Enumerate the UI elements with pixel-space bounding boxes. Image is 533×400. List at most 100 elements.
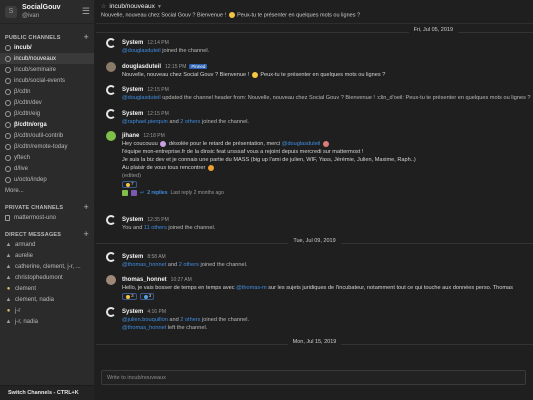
globe-icon [5, 44, 11, 51]
add-direct-message-icon[interactable]: + [84, 230, 89, 239]
private-channel-item[interactable]: mattermost-uno [0, 212, 94, 223]
public-channel-label: incub/seminaire [14, 66, 57, 73]
public-channel-item[interactable]: β/cdtn/outil-contrib [0, 130, 94, 141]
post-body: You and 11 others joined the channel. [122, 224, 528, 232]
others-link[interactable]: 2 others [179, 262, 199, 268]
post-username: System [122, 216, 144, 223]
others-link[interactable]: 2 others [180, 119, 200, 125]
globe-icon [5, 132, 11, 139]
reaction-button[interactable]: 7 [122, 181, 137, 188]
avatar[interactable] [106, 275, 116, 285]
post-header: System 4:16 PM [122, 307, 528, 316]
emoji-icon [160, 140, 167, 147]
dm-item[interactable]: ● j-r [0, 305, 94, 316]
post-username[interactable]: thomas_honnet [122, 277, 167, 283]
pinned-badge: Pinned [189, 64, 208, 69]
reaction-button[interactable]: 3 [122, 293, 137, 300]
channel-description-part-1: Nouvelle, nouveau chez Social Gouv ? Bie… [101, 12, 227, 19]
public-channel-item[interactable]: d/live [0, 163, 94, 174]
dm-item[interactable]: ▲ catherine, clement, j-r, ... [0, 261, 94, 272]
dm-item[interactable]: ▲ armand [0, 239, 94, 250]
favorite-star-icon[interactable]: ☆ [101, 3, 106, 10]
public-channel-item[interactable]: β/cdtn [0, 86, 94, 97]
post-username: System [122, 308, 144, 315]
add-public-channel-icon[interactable]: + [84, 33, 89, 42]
status-online-icon: ● [6, 307, 11, 314]
channel-name: incub/nouveaux [109, 3, 155, 10]
main-menu-icon[interactable]: ☰ [82, 6, 90, 17]
others-link[interactable]: 2 others [180, 317, 200, 323]
public-channel-item[interactable]: incub/seminaire [0, 64, 94, 75]
user-mention[interactable]: @thomas_honnet [122, 262, 166, 268]
thread-footer[interactable]: ↩ 2 replies Last reply 2 months ago [122, 190, 528, 196]
system-avatar-icon [106, 215, 116, 225]
user-mention[interactable]: @thomas_honnet [122, 325, 166, 331]
dm-label: clement, nadia [15, 296, 55, 303]
user-mention[interactable]: @thomas-m [236, 285, 267, 291]
clap-icon [143, 294, 148, 299]
dm-item[interactable]: ▲ aurelie [0, 250, 94, 261]
thread-replies[interactable]: 2 replies [147, 190, 167, 196]
public-channel-label: incub/social-events [14, 77, 66, 84]
post-time[interactable]: 12:15 PM [165, 64, 186, 70]
switch-channels-button[interactable]: Switch Channels - CTRL+K [0, 385, 94, 400]
post-text: joined the channel. [160, 48, 210, 54]
system-post: System 12:35 PM You and 11 others joined… [96, 215, 533, 238]
globe-icon [5, 77, 11, 84]
user-post: jihane 12:18 PM Hey coucouuu désolée pou… [96, 131, 533, 215]
user-mention[interactable]: @douglasduteil [122, 48, 161, 54]
lock-icon [5, 214, 10, 221]
public-channel-item[interactable]: incub/ [0, 42, 94, 53]
post-time[interactable]: 12:18 PM [143, 133, 164, 139]
public-channel-label: yftech [14, 154, 31, 161]
user-mention[interactable]: @douglasduteil [282, 141, 321, 147]
user-mention[interactable]: @julien.bouquillon [122, 317, 168, 323]
avatar[interactable] [106, 62, 116, 72]
sidebar: S SocialGouv @ivan ☰ PUBLIC CHANNELS + i… [0, 0, 95, 400]
public-channel-item[interactable]: β/cdtn/dev [0, 97, 94, 108]
public-channel-item[interactable]: yftech [0, 152, 94, 163]
private-channel-list: mattermost-uno [0, 212, 94, 223]
post-time[interactable]: 12:14 PM [147, 40, 168, 46]
reaction-button[interactable]: 3 [139, 293, 155, 300]
post-time[interactable]: 12:15 PM [147, 111, 168, 117]
public-channel-item[interactable]: u/octo/indep [0, 174, 94, 185]
avatar[interactable] [106, 131, 116, 141]
dm-item[interactable]: ● clement [0, 283, 94, 294]
message-input[interactable]: Write to incub/nouveaux [101, 370, 526, 385]
status-away-icon: ▲ [5, 263, 12, 270]
add-private-channel-icon[interactable]: + [84, 203, 89, 212]
public-channel-item[interactable]: incub/nouveaux [0, 53, 94, 64]
post-text-end: joined the channel. [166, 225, 216, 231]
post-username[interactable]: jihane [122, 133, 139, 139]
dm-item[interactable]: ▲ j-r, nadia [0, 316, 94, 327]
public-channel-item[interactable]: incub/social-events [0, 75, 94, 86]
more-channels-link[interactable]: More... [0, 185, 94, 196]
date-separator-line [96, 32, 533, 33]
dm-item[interactable]: ▲ christophedumont [0, 272, 94, 283]
public-channel-item[interactable]: β/cdtn/orga [0, 119, 94, 130]
status-online-icon: ● [6, 285, 11, 292]
dm-item[interactable]: ▲ clement, nadia [0, 294, 94, 305]
post-time[interactable]: 8:58 AM [147, 254, 165, 260]
post-time[interactable]: 10:27 AM [171, 277, 192, 283]
post-time[interactable]: 4:16 PM [147, 309, 166, 315]
post-username[interactable]: douglasduteil [122, 64, 161, 70]
post-header: System 8:58 AM [122, 252, 528, 261]
post-time[interactable]: 12:15 PM [147, 87, 168, 93]
user-mention[interactable]: @douglasduteil [122, 95, 161, 101]
chevron-down-icon[interactable]: ▼ [157, 4, 162, 10]
others-link[interactable]: 11 others [144, 225, 167, 231]
post-text: Hey coucouuu [122, 141, 158, 147]
user-mention[interactable]: @raphael.pierquin [122, 119, 168, 125]
globe-icon [5, 66, 11, 73]
channel-title-row[interactable]: ☆ incub/nouveaux ▼ [101, 3, 533, 10]
team-header[interactable]: S SocialGouv @ivan ☰ [0, 0, 94, 24]
thumbs-up-icon [126, 294, 130, 299]
public-channel-item[interactable]: β/cdtn/eig [0, 108, 94, 119]
post-line: Au plaisir de vous tous rencontrer [122, 164, 528, 172]
public-channel-item[interactable]: β/cdtn/remote-today [0, 141, 94, 152]
post-time[interactable]: 12:35 PM [147, 217, 168, 223]
post-header: douglasduteil 12:15 PM Pinned [122, 62, 528, 71]
status-away-icon: ▲ [5, 241, 12, 248]
